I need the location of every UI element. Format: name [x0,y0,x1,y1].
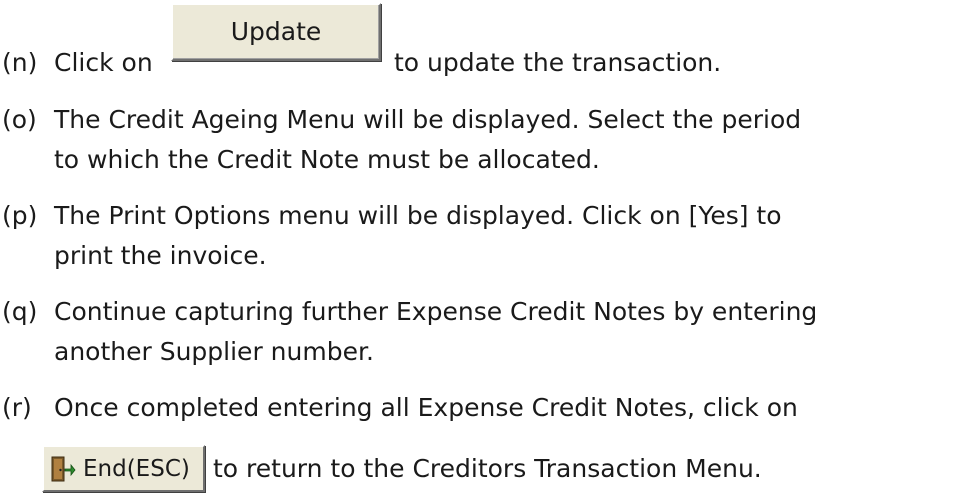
end-esc-label: End(ESC) [83,455,190,482]
step-label: (r) [2,393,32,422]
step-r: (r) Once completed entering all Expense C… [2,388,798,428]
step-label: (o) [2,105,37,134]
step-p-line2: print the invoice. [54,241,267,270]
step-label: (p) [2,201,38,230]
step-n-text-after: to update the transaction. [394,48,722,77]
step-label: (q) [2,297,38,326]
end-esc-button[interactable]: End(ESC) [42,445,205,492]
step-n: (n) Click on [2,43,153,83]
instruction-document: (n) Click on Update to update the transac… [0,0,974,502]
step-p: (p) The Print Options menu will be displa… [2,196,782,236]
exit-door-icon [50,455,76,483]
step-q: (q) Continue capturing further Expense Cr… [2,292,817,332]
update-button[interactable]: Update [171,3,381,61]
step-q-line2: another Supplier number. [54,337,374,366]
step-o-line2: to which the Credit Note must be allocat… [54,145,600,174]
step-text-line1: Once completed entering all Expense Cred… [54,393,798,422]
step-o: (o) The Credit Ageing Menu will be displa… [2,100,801,140]
step-text-line1: The Credit Ageing Menu will be displayed… [54,105,802,134]
step-text-before: Click on [54,48,153,77]
step-text-line1: Continue capturing further Expense Credi… [54,297,818,326]
step-text-line1: The Print Options menu will be displayed… [54,201,782,230]
step-r-text-after: to return to the Creditors Transaction M… [213,454,762,483]
step-label: (n) [2,48,38,77]
